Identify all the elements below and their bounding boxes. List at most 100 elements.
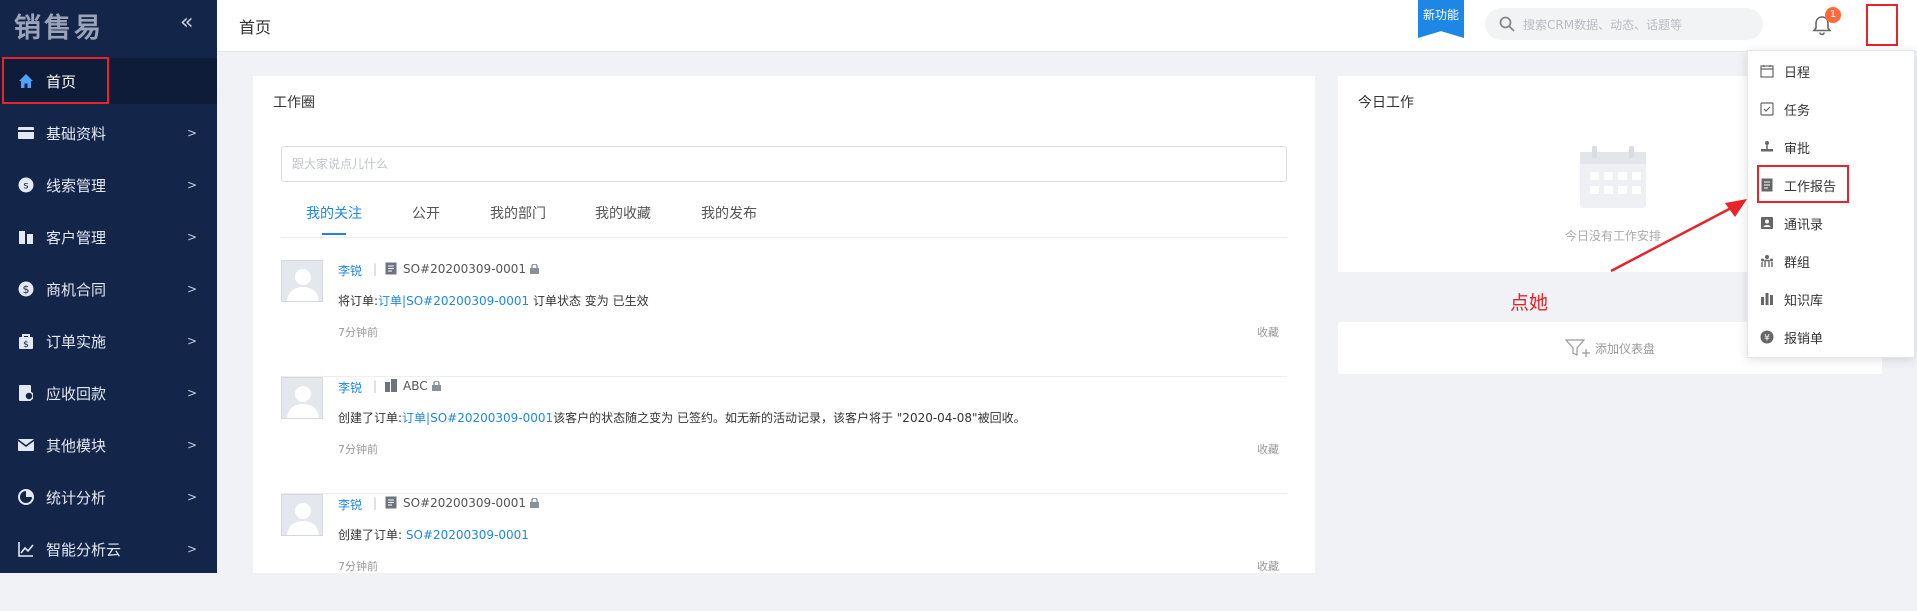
lead-icon: s <box>18 177 34 193</box>
tab-public[interactable]: 公开 <box>412 203 440 223</box>
menu-item-expense[interactable]: ¥ 报销单 <box>1760 324 1823 350</box>
svg-text:s: s <box>23 181 28 192</box>
sidebar-item-label: 线索管理 <box>46 176 107 195</box>
svg-text:$: $ <box>23 340 29 349</box>
sidebar-item-home[interactable]: 首页 <box>0 58 217 104</box>
new-feature-badge[interactable]: 新功能 <box>1418 0 1464 38</box>
divider: | <box>373 379 378 393</box>
card-icon <box>18 125 34 141</box>
mail-icon <box>18 437 34 453</box>
order-link[interactable]: SO#20200309-0001 <box>406 528 529 542</box>
sidebar-item-customers[interactable]: 客户管理 > <box>0 214 217 260</box>
chevron-right-icon: > <box>186 230 197 244</box>
calendar-icon <box>1760 64 1774 78</box>
feed-time: 7分钟前 <box>338 326 378 339</box>
sidebar-item-statistics[interactable]: 统计分析 > <box>0 474 217 520</box>
sidebar-item-receivables[interactable]: 应收回款 > <box>0 370 217 416</box>
feed-author[interactable]: 李锐 <box>338 379 362 396</box>
feed-item: 李锐 | SO#20200309-0001 将订单:订单|SO#20200309… <box>281 260 1287 377</box>
sidebar-item-opportunities[interactable]: $ 商机合同 > <box>0 266 217 312</box>
post-input[interactable]: 跟大家说点儿什么 <box>281 146 1287 182</box>
feed-time: 7分钟前 <box>338 560 378 573</box>
sidebar-item-label: 客户管理 <box>46 228 107 247</box>
sidebar-item-analytics-cloud[interactable]: 智能分析云 > <box>0 526 217 572</box>
tab-my-favorites[interactable]: 我的收藏 <box>595 203 651 223</box>
bag-icon: $ <box>18 333 34 349</box>
sidebar-item-basic-data[interactable]: 基础资料 > <box>0 110 217 156</box>
tab-my-follow[interactable]: 我的关注 <box>306 203 362 223</box>
report-icon <box>1760 178 1774 192</box>
order-link[interactable]: 订单|SO#20200309-0001 <box>378 294 529 308</box>
lock-icon <box>530 498 540 508</box>
menu-item-schedule[interactable]: 日程 <box>1760 58 1810 84</box>
add-dashboard-label: 添加仪表盘 <box>1594 341 1655 356</box>
task-icon <box>1760 102 1774 116</box>
avatar[interactable] <box>281 494 323 536</box>
collapse-sidebar-icon[interactable]: « <box>180 10 193 35</box>
pie-icon <box>18 489 34 505</box>
building-icon <box>385 379 397 392</box>
feed-item: 李锐 | ABC 创建了订单:订单|SO#20200309-0001该客户的状态… <box>281 377 1287 494</box>
stamp-icon <box>1760 140 1774 154</box>
app-logo: 销售易 <box>14 13 104 44</box>
knowledge-icon <box>1760 292 1774 306</box>
receivable-icon <box>18 385 34 401</box>
sidebar: 销售易 « 首页 基础资料 > s 线索管理 > 客户管理 > $ 商机合同 >… <box>0 0 217 573</box>
favorite-link[interactable]: 收藏 <box>1257 324 1279 340</box>
favorite-link[interactable]: 收藏 <box>1257 558 1279 574</box>
today-work-title: 今日工作 <box>1358 95 1414 111</box>
chevron-right-icon: > <box>186 438 197 452</box>
chevron-right-icon: > <box>186 334 197 348</box>
document-icon <box>385 262 397 275</box>
chevron-right-icon: > <box>186 282 197 296</box>
active-tab-indicator <box>322 233 346 235</box>
chevron-right-icon: > <box>186 386 197 400</box>
search-icon <box>1499 16 1515 32</box>
feed-object[interactable]: SO#20200309-0001 <box>403 496 540 510</box>
breadcrumb: 首页 <box>239 18 272 37</box>
sidebar-item-label: 应收回款 <box>46 384 107 403</box>
chevron-right-icon: > <box>186 490 197 504</box>
menu-item-groups[interactable]: 群组 <box>1760 248 1810 274</box>
sidebar-item-label: 统计分析 <box>46 488 107 507</box>
order-link[interactable]: 订单|SO#20200309-0001 <box>402 411 553 425</box>
tab-my-posts[interactable]: 我的发布 <box>701 203 757 223</box>
menu-item-contacts[interactable]: 通讯录 <box>1760 210 1823 236</box>
line-chart-icon <box>18 541 34 557</box>
sidebar-item-other-modules[interactable]: 其他模块 > <box>0 422 217 468</box>
sidebar-item-leads[interactable]: s 线索管理 > <box>0 162 217 208</box>
feed-time: 7分钟前 <box>338 443 378 456</box>
chevron-right-icon: > <box>186 178 197 192</box>
feed-content: 将订单:订单|SO#20200309-0001 订单状态 变为 已生效 <box>338 294 649 308</box>
avatar[interactable] <box>281 260 323 302</box>
feed-object[interactable]: ABC <box>403 379 441 393</box>
feed-content: 创建了订单:订单|SO#20200309-0001该客户的状态随之变为 已签约。… <box>338 411 1026 425</box>
search-placeholder: 搜索CRM数据、动态、话题等 <box>1523 17 1683 32</box>
notification-count-badge: 1 <box>1825 7 1841 23</box>
menu-item-work-report[interactable]: 工作报告 <box>1760 172 1836 198</box>
sidebar-item-label: 订单实施 <box>46 332 107 351</box>
tab-my-department[interactable]: 我的部门 <box>490 203 546 223</box>
chevron-right-icon: > <box>186 126 197 140</box>
group-icon <box>1760 254 1774 268</box>
dollar-icon: $ <box>18 281 34 297</box>
filter-plus-icon <box>1564 339 1590 357</box>
menu-item-approval[interactable]: 审批 <box>1760 134 1810 160</box>
annotation-arrow <box>1610 199 1747 273</box>
feed-content: 创建了订单: SO#20200309-0001 <box>338 528 529 542</box>
feed-author[interactable]: 李锐 <box>338 496 362 513</box>
sidebar-item-label: 商机合同 <box>46 280 107 299</box>
feed-object[interactable]: SO#20200309-0001 <box>403 262 540 276</box>
favorite-link[interactable]: 收藏 <box>1257 441 1279 457</box>
feed-author[interactable]: 李锐 <box>338 262 362 279</box>
menu-item-task[interactable]: 任务 <box>1760 96 1810 122</box>
svg-text:¥: ¥ <box>1764 334 1770 344</box>
building-icon <box>18 229 34 245</box>
document-icon <box>385 496 397 509</box>
svg-text:$: $ <box>23 283 30 296</box>
menu-item-knowledge-base[interactable]: 知识库 <box>1760 286 1823 312</box>
avatar[interactable] <box>281 377 323 419</box>
sidebar-item-label: 首页 <box>46 72 77 91</box>
search-input[interactable]: 搜索CRM数据、动态、话题等 <box>1485 8 1763 40</box>
sidebar-item-orders[interactable]: $ 订单实施 > <box>0 318 217 364</box>
